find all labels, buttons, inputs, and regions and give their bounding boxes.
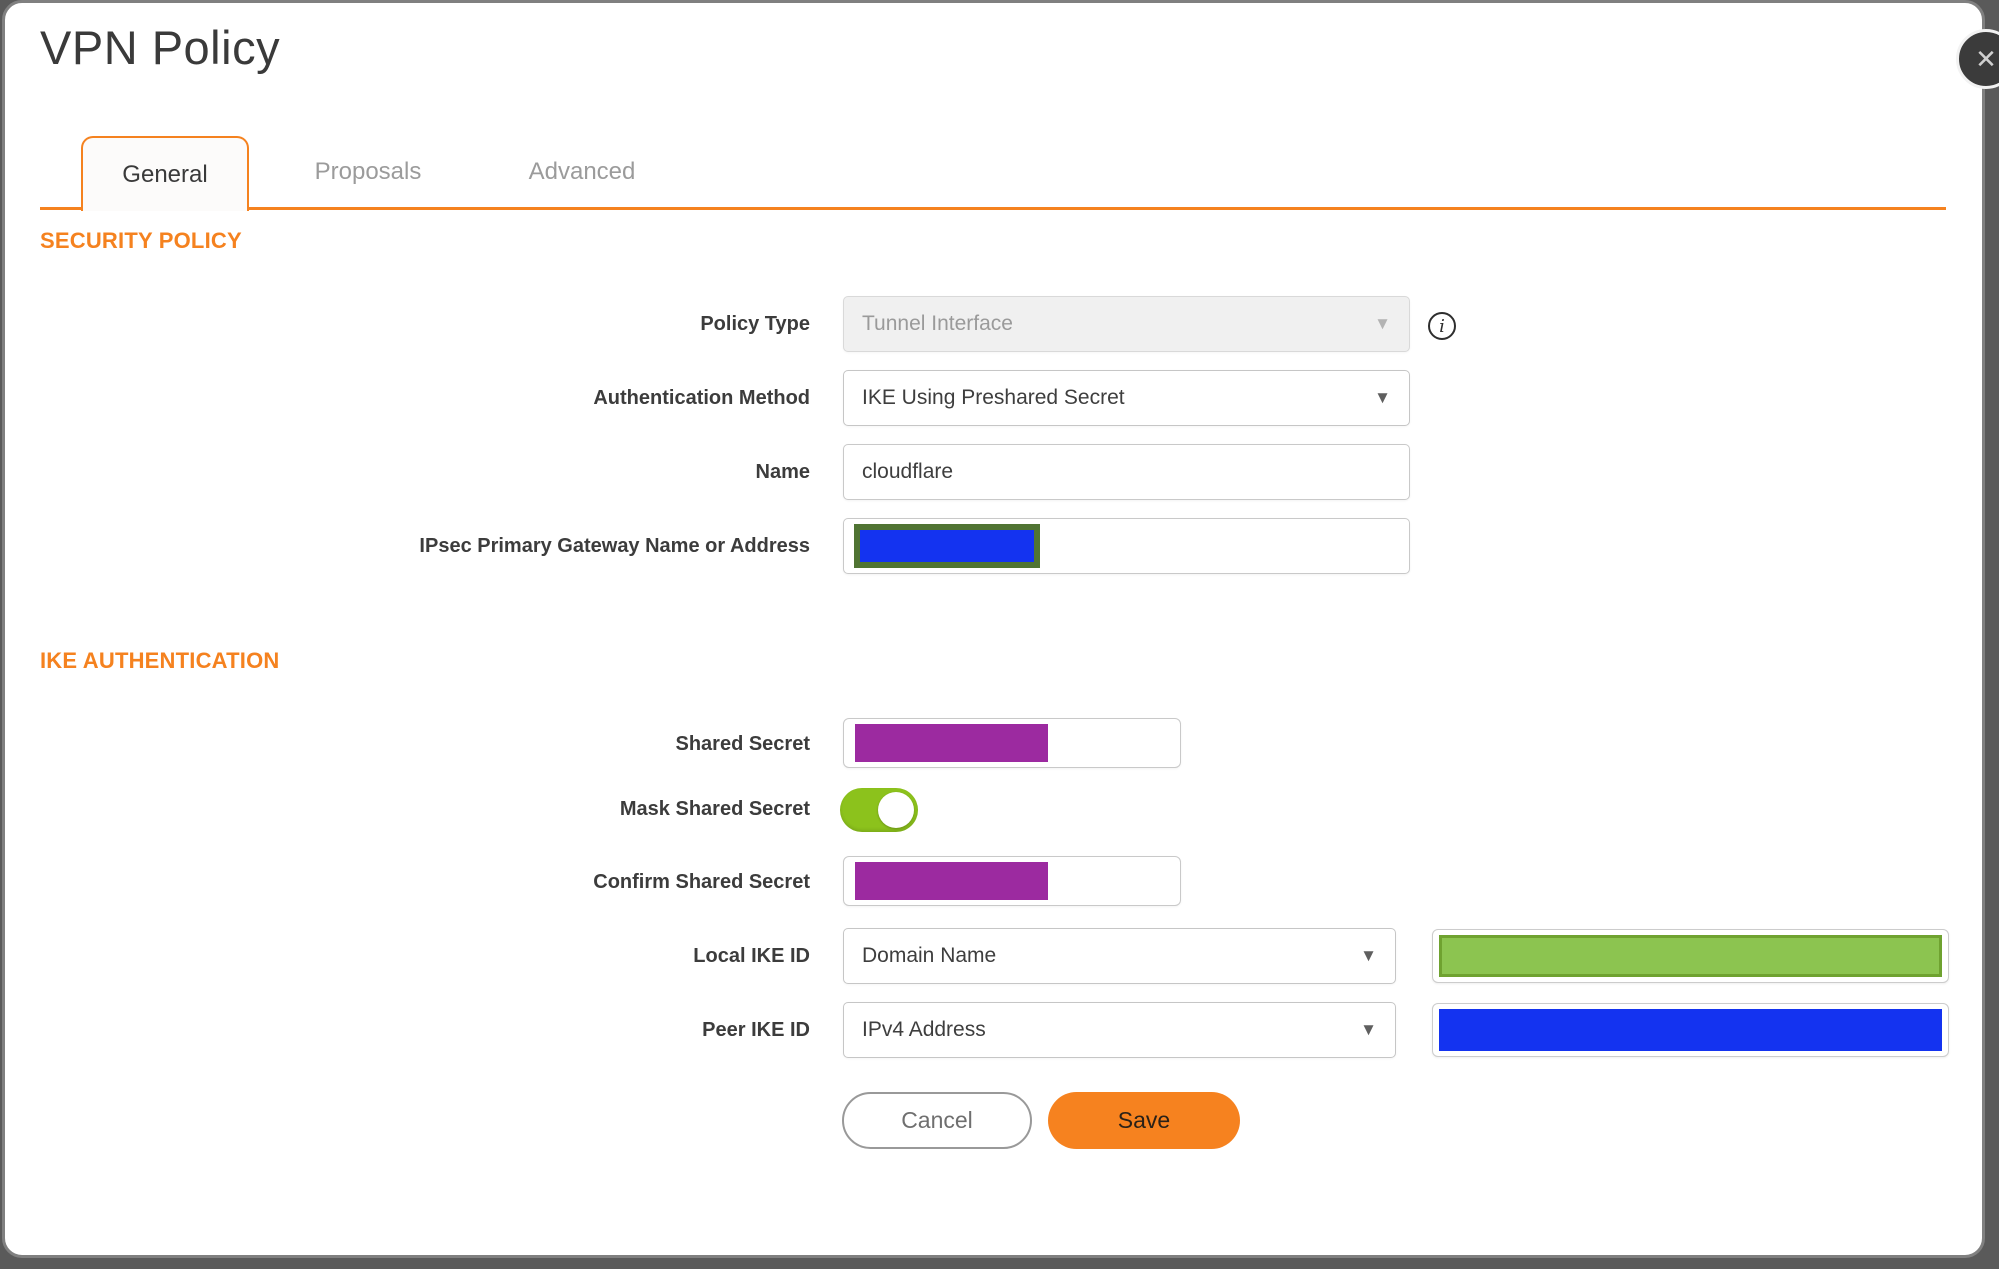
mask-shared-secret-label: Mask Shared Secret (619, 798, 810, 820)
vpn-policy-modal: VPN Policy ✕ General Proposals Advanced … (0, 0, 1999, 1269)
tab-general-label: General (122, 160, 208, 188)
ipsec-primary-gateway-label: IPsec Primary Gateway Name or Address (419, 535, 810, 557)
peer-ike-id-select[interactable]: IPv4 Address ▼ (843, 1002, 1396, 1058)
local-ike-id-type-value: Domain Name (862, 944, 997, 967)
confirm-shared-secret-input[interactable] (843, 856, 1181, 906)
security-policy-heading: SECURITY POLICY (40, 228, 242, 253)
local-ike-id-redaction-block (1439, 935, 1942, 977)
name-label: Name (755, 461, 810, 483)
peer-ike-id-label: Peer IKE ID (702, 1019, 810, 1041)
local-ike-id-label: Local IKE ID (693, 945, 810, 967)
info-icon[interactable]: i (1428, 312, 1456, 340)
policy-type-select: Tunnel Interface ▼ (843, 296, 1410, 352)
peer-ike-id-redaction-block (1439, 1009, 1942, 1051)
chevron-down-icon: ▼ (1360, 946, 1377, 965)
tab-advanced[interactable]: Advanced (497, 136, 667, 208)
chevron-down-icon: ▼ (1374, 388, 1391, 407)
ipsec-primary-gateway-input[interactable] (843, 518, 1410, 574)
mask-shared-secret-toggle[interactable] (840, 788, 918, 832)
name-input[interactable] (843, 444, 1410, 500)
confirm-shared-secret-label: Confirm Shared Secret (593, 871, 810, 893)
cancel-button-label: Cancel (901, 1107, 973, 1133)
peer-ike-id-value-input[interactable] (1432, 1003, 1949, 1057)
info-icon-glyph: i (1439, 315, 1445, 337)
cancel-button[interactable]: Cancel (842, 1092, 1032, 1149)
local-ike-id-value-input[interactable] (1432, 929, 1949, 983)
tab-advanced-label: Advanced (528, 158, 636, 185)
tab-general[interactable]: General (81, 136, 249, 211)
authentication-method-select[interactable]: IKE Using Preshared Secret ▼ (843, 370, 1410, 426)
chevron-down-icon: ▼ (1360, 1020, 1377, 1039)
tab-proposals[interactable]: Proposals (283, 136, 453, 208)
authentication-method-label: Authentication Method (593, 387, 810, 409)
local-ike-id-select[interactable]: Domain Name ▼ (843, 928, 1396, 984)
chevron-down-icon: ▼ (1374, 314, 1391, 333)
save-button-label: Save (1117, 1107, 1171, 1133)
policy-type-label: Policy Type (700, 313, 810, 335)
dialog-title: VPN Policy (40, 21, 281, 74)
tab-proposals-label: Proposals (314, 158, 422, 185)
toggle-knob (878, 792, 914, 828)
shared-secret-label: Shared Secret (675, 733, 810, 755)
authentication-method-value: IKE Using Preshared Secret (862, 386, 1125, 409)
close-icon: ✕ (1975, 43, 1997, 74)
ike-authentication-heading: IKE AUTHENTICATION (40, 648, 280, 673)
policy-type-value: Tunnel Interface (862, 312, 1013, 335)
save-button[interactable]: Save (1048, 1092, 1240, 1149)
shared-secret-input[interactable] (843, 718, 1181, 768)
peer-ike-id-type-value: IPv4 Address (862, 1018, 986, 1041)
